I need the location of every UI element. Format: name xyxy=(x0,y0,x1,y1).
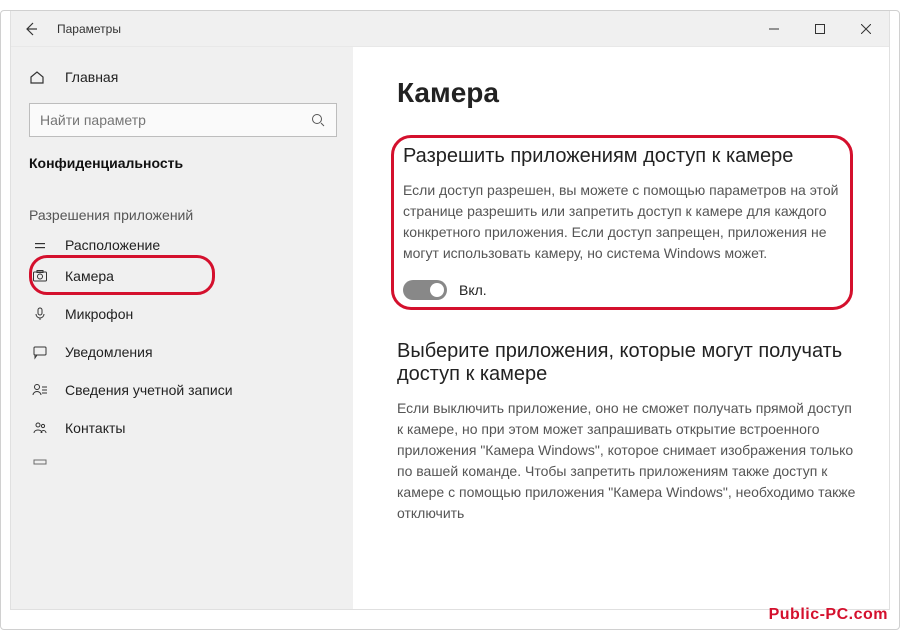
minimize-icon xyxy=(769,24,779,34)
arrow-left-icon xyxy=(23,21,39,37)
sidebar-group-label: Разрешения приложений xyxy=(11,189,353,233)
sidebar-item-label: Сведения учетной записи xyxy=(65,382,233,398)
allow-apps-panel: Разрешить приложениям доступ к камере Ес… xyxy=(397,139,859,316)
maximize-button[interactable] xyxy=(797,11,843,47)
close-button[interactable] xyxy=(843,11,889,47)
microphone-icon xyxy=(29,306,51,322)
sidebar-item-contacts[interactable]: Контакты xyxy=(11,409,353,447)
search-input[interactable] xyxy=(30,112,300,128)
sidebar-item-label: Уведомления xyxy=(65,344,153,360)
sidebar-item-label: Расположение xyxy=(65,237,160,253)
section-description: Если выключить приложение, оно не сможет… xyxy=(397,398,859,524)
sidebar-item-location[interactable]: Расположение xyxy=(11,233,353,257)
sidebar-section-title: Конфиденциальность xyxy=(11,151,353,189)
sidebar-item-home[interactable]: Главная xyxy=(11,61,353,93)
search-icon xyxy=(300,113,336,127)
sidebar: Главная Конфиденциальность Разрешения пр… xyxy=(11,47,353,609)
sidebar-item-label: Контакты xyxy=(65,420,125,436)
sidebar-item-label: Главная xyxy=(65,69,118,85)
contacts-icon xyxy=(29,420,51,436)
sidebar-item-label: Микрофон xyxy=(65,306,133,322)
back-button[interactable] xyxy=(11,11,51,47)
window-body: Главная Конфиденциальность Разрешения пр… xyxy=(11,47,889,609)
notifications-icon xyxy=(29,344,51,360)
minimize-button[interactable] xyxy=(751,11,797,47)
close-icon xyxy=(861,24,871,34)
main-content: Камера Разрешить приложениям доступ к ка… xyxy=(353,47,889,609)
location-icon xyxy=(29,237,51,253)
sidebar-item-microphone[interactable]: Микрофон xyxy=(11,295,353,333)
titlebar: Параметры xyxy=(11,11,889,47)
sidebar-item-label: Камера xyxy=(65,268,114,284)
maximize-icon xyxy=(815,24,825,34)
settings-window: Параметры Главная Конфиден xyxy=(10,10,890,610)
home-icon xyxy=(29,69,51,85)
sidebar-item-account-info[interactable]: Сведения учетной записи xyxy=(11,371,353,409)
page-title: Камера xyxy=(397,77,859,109)
camera-icon xyxy=(29,268,51,284)
toggle-state-label: Вкл. xyxy=(459,282,487,298)
camera-access-toggle[interactable] xyxy=(403,280,447,300)
section-heading: Разрешить приложениям доступ к камере xyxy=(403,145,843,168)
generic-icon xyxy=(29,458,51,466)
section-description: Если доступ разрешен, вы можете с помощь… xyxy=(403,180,843,264)
sidebar-item-cut[interactable] xyxy=(11,447,353,477)
sidebar-item-camera[interactable]: Камера xyxy=(11,257,353,295)
search-input-container[interactable] xyxy=(29,103,337,137)
toggle-row: Вкл. xyxy=(403,280,843,300)
watermark: Public-PC.com xyxy=(769,606,888,624)
sidebar-item-notifications[interactable]: Уведомления xyxy=(11,333,353,371)
section-heading: Выберите приложения, которые могут получ… xyxy=(397,340,859,386)
account-info-icon xyxy=(29,382,51,398)
window-title: Параметры xyxy=(51,22,751,36)
